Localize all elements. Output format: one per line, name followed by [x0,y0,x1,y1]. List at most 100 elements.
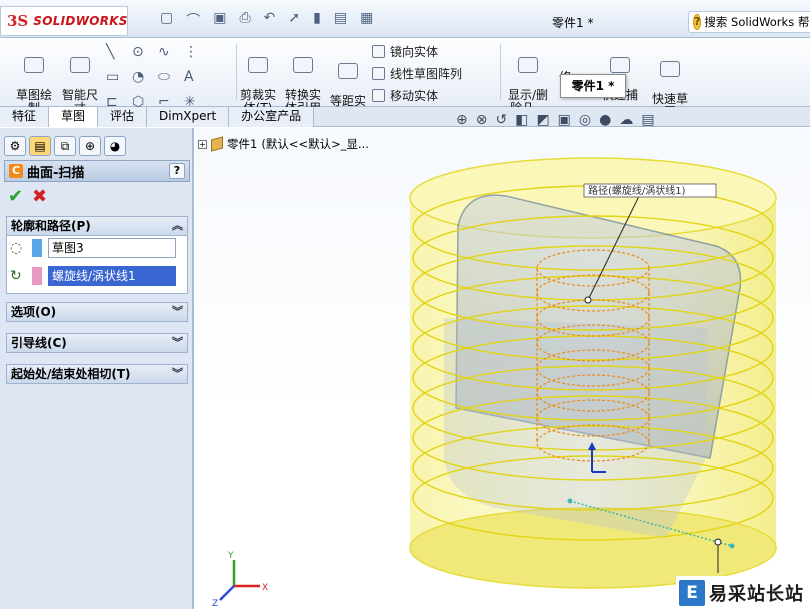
path-color-swatch [32,267,42,285]
arc-icon[interactable]: ◔ [132,69,158,85]
watermark-text: 易采站长站 [709,583,804,605]
expand-chevron-icon[interactable]: ︾ [172,365,183,383]
path-callout-label: 路径(螺旋线/涡状线1) [588,184,686,197]
tab-dimxpert[interactable]: DimXpert [147,107,230,127]
tab-features[interactable]: 特征 [0,107,50,127]
convert-entities-button[interactable]: 转换实 体引用 [282,44,324,115]
profile-and-path-header[interactable]: 轮廓和路径(P) ︽ [6,216,188,236]
hide-show-icon[interactable]: ◎ [579,112,591,128]
ds-logo-icon: 3S [7,12,29,30]
select-cursor-icon[interactable]: ➚ [288,10,300,30]
view-settings-icon[interactable]: ▤ [641,112,654,128]
scene-icon[interactable]: ☁ [619,112,633,128]
line-icon[interactable]: ╲ [106,44,132,60]
print-icon[interactable]: ⎙ [239,10,250,30]
open-folder-icon[interactable]: ⌒ [186,10,200,30]
options-label: 选项(O) [11,305,57,319]
quick-access-toolbar: ▢ ⌒ ▣ ⎙ ↶ ➚ ▮ ▤ ▦ [160,10,373,30]
search-placeholder: 搜索 SolidWorks 帮助 [704,15,810,29]
smart-dimension-icon [70,57,90,73]
linear-pattern-label: 线性草图阵列 [390,67,463,81]
trim-entities-button[interactable]: 剪裁实 体(T) [238,44,278,115]
heads-up-view-toolbar: ⊕ ⊗ ↺ ◧ ◩ ▣ ◎ ● ☁ ▤ [456,112,655,128]
logo-text: SOLIDWORKS [33,14,128,28]
help-button[interactable]: ? [169,163,185,179]
guide-curves-header[interactable]: 引导线(C) ︾ [6,333,188,353]
point-grid-icon[interactable]: ⋮ [184,44,210,60]
profile-selection-row: ◌ 草图3 [10,238,176,258]
mirror-entities-button[interactable]: 镜向实体 [372,43,438,60]
profile-selection-box[interactable]: 草图3 [48,238,176,258]
property-manager-title: C 曲面-扫描 ? [4,160,190,182]
command-manager-tabs: 特征 草图 评估 DimXpert 办公室产品 [0,107,810,127]
axis-triad: Y X Z [212,551,268,609]
spline-icon[interactable]: ∿ [158,44,184,60]
mirror-icon [372,45,385,58]
tab-sketch[interactable]: 草图 [49,107,99,127]
view-orientation-icon[interactable]: ◩ [536,112,549,128]
help-search-box[interactable]: ? 搜索 SolidWorks 帮助 [688,11,810,33]
rebuild-icon[interactable]: ▮ [313,10,321,30]
sketch-icon [24,57,44,73]
display-delete-relations-button[interactable]: 显示/删 除几... [506,44,550,115]
start-end-tangency-header[interactable]: 起始处/结束处相切(T) ︾ [6,364,188,384]
property-manager-icon[interactable]: ▤ [29,136,51,156]
tab-office-products[interactable]: 办公室产品 [229,107,315,127]
sketch-button[interactable]: 草图绘 制 [10,44,58,115]
options-icon[interactable]: ▦ [360,10,373,30]
move-label: 移动实体 [390,89,439,103]
y-axis-label: Y [227,551,234,561]
cancel-x-icon[interactable]: ✖ [32,186,47,207]
text-icon[interactable]: A [184,69,210,85]
x-axis-label: X [262,583,268,593]
watermark-logo-icon: E [679,579,705,606]
expand-chevron-icon[interactable]: ︾ [172,303,183,321]
linear-pattern-button[interactable]: 线性草图阵列 [372,65,462,82]
save-icon[interactable]: ▣ [213,10,226,30]
z-axis-label: Z [212,599,218,609]
move-icon [372,89,385,102]
display-style-icon[interactable]: ▣ [558,112,571,128]
path-icon: ↻ [10,268,22,284]
undo-icon[interactable]: ↶ [264,10,276,30]
appearance-icon[interactable]: ● [599,112,611,128]
expand-chevron-icon[interactable]: ︾ [172,334,183,352]
linear-pattern-icon [372,67,385,80]
relations-icon [518,57,538,73]
profile-and-path-label: 轮廓和路径(P) [11,219,91,233]
profile-color-swatch [32,239,42,257]
convert-icon [293,57,313,73]
sketch-entities-grid: ╲ ⊙ ∿ ⋮ ▭ ◔ ⬭ A ⊏ ⬡ ⌐ ✳ [106,44,210,110]
solidworks-logo[interactable]: 3S SOLIDWORKS [0,6,128,36]
file-properties-icon[interactable]: ▤ [334,10,347,30]
ellipse-icon[interactable]: ⬭ [158,69,184,85]
dimxpert-manager-icon[interactable]: ⊕ [79,136,101,156]
start-end-tangency-label: 起始处/结束处相切(T) [11,367,131,381]
collapse-chevron-icon[interactable]: ︽ [172,217,183,235]
previous-view-icon[interactable]: ↺ [495,112,507,128]
trim-icon [248,57,268,73]
surface-sweep-icon: C [9,164,23,178]
site-watermark: E 易采站长站 [676,576,810,609]
zoom-to-area-icon[interactable]: ⊗ [476,112,488,128]
move-entities-button[interactable]: 移动实体 [372,87,438,104]
quick-snaps-icon [610,57,630,73]
path-selection-box[interactable]: 螺旋线/涡状线1 [48,266,176,286]
ok-check-icon[interactable]: ✔ [8,186,23,207]
rectangle-icon[interactable]: ▭ [106,69,132,85]
rapid-sketch-icon [660,61,680,77]
zoom-to-fit-icon[interactable]: ⊕ [456,112,468,128]
smart-dimension-button[interactable]: 智能尺 寸 [58,44,102,115]
section-view-icon[interactable]: ◧ [515,112,528,128]
document-tooltip: 零件1 * [560,74,626,98]
new-document-icon[interactable]: ▢ [160,10,173,30]
ribbon-separator [500,44,501,100]
options-header[interactable]: 选项(O) ︾ [6,302,188,322]
path-selection-row: ↻ 螺旋线/涡状线1 [10,266,176,286]
circle-icon[interactable]: ⊙ [132,44,158,60]
feature-manager-icon[interactable]: ⚙ [4,136,26,156]
display-manager-icon[interactable]: ◕ [104,136,126,156]
offset-icon [338,63,358,79]
configuration-manager-icon[interactable]: ⧉ [54,136,76,156]
tab-evaluate[interactable]: 评估 [98,107,148,127]
